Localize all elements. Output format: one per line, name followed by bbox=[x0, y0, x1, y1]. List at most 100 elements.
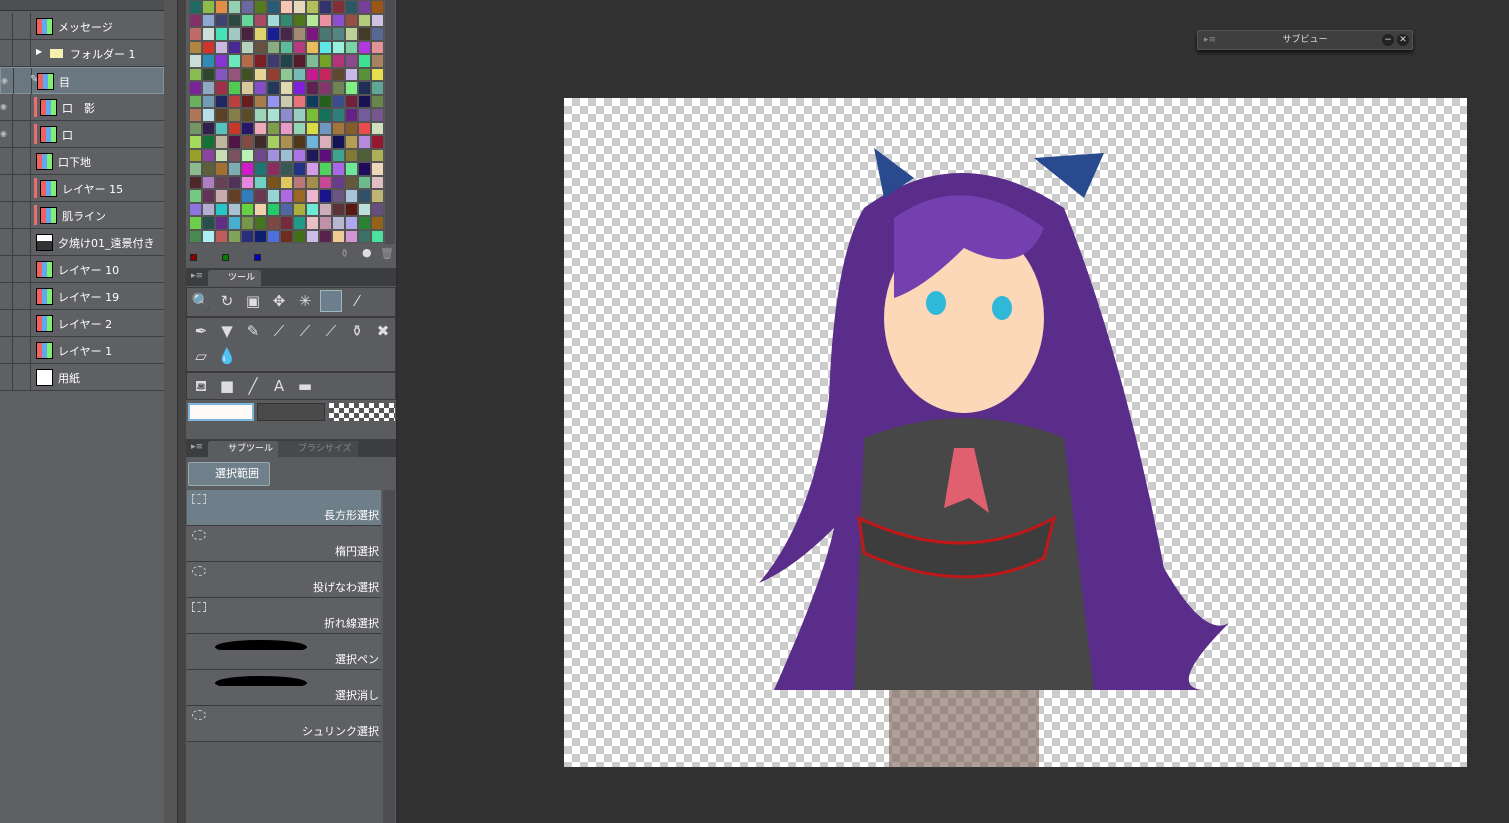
palette-color[interactable] bbox=[280, 135, 293, 149]
palette-color[interactable] bbox=[202, 189, 215, 203]
palette-color[interactable] bbox=[280, 81, 293, 95]
palette-color[interactable] bbox=[293, 27, 306, 41]
expand-arrow-icon[interactable]: ▶ bbox=[36, 47, 42, 56]
palette-color[interactable] bbox=[358, 148, 371, 162]
tab-tool[interactable]: ツール bbox=[208, 270, 262, 286]
palette-color[interactable] bbox=[319, 202, 332, 216]
palette-color[interactable] bbox=[267, 175, 280, 189]
palette-color[interactable] bbox=[319, 229, 332, 243]
palette-color[interactable] bbox=[319, 54, 332, 68]
palette-color[interactable] bbox=[345, 121, 358, 135]
visibility-toggle[interactable] bbox=[0, 148, 13, 174]
visibility-toggle[interactable] bbox=[0, 202, 13, 228]
palette-color[interactable] bbox=[215, 121, 228, 135]
color-swatch-red[interactable] bbox=[190, 254, 197, 261]
pencil-icon[interactable]: ✎ bbox=[242, 320, 264, 342]
lock-toggle[interactable] bbox=[13, 13, 31, 39]
palette-color[interactable] bbox=[293, 189, 306, 203]
palette-color[interactable] bbox=[228, 40, 241, 54]
subtool-item[interactable]: 選択消し bbox=[187, 670, 381, 706]
palette-color[interactable] bbox=[280, 229, 293, 243]
subtool-item[interactable]: シュリンク選択 bbox=[187, 706, 381, 742]
subtool-item[interactable]: 選択ペン bbox=[187, 634, 381, 670]
lock-toggle[interactable] bbox=[13, 256, 31, 282]
palette-color[interactable] bbox=[293, 81, 306, 95]
palette-color[interactable] bbox=[319, 162, 332, 176]
palette-color[interactable] bbox=[293, 40, 306, 54]
palette-color[interactable] bbox=[241, 54, 254, 68]
palette-color[interactable] bbox=[358, 27, 371, 41]
selection-icon[interactable] bbox=[320, 290, 342, 312]
palette-color[interactable] bbox=[358, 202, 371, 216]
palette-color[interactable] bbox=[345, 81, 358, 95]
palette-color[interactable] bbox=[241, 121, 254, 135]
palette-color[interactable] bbox=[267, 229, 280, 243]
palette-color[interactable] bbox=[254, 81, 267, 95]
fluid-icon[interactable]: 💧 bbox=[216, 345, 238, 367]
palette-color[interactable] bbox=[202, 121, 215, 135]
palette-color[interactable] bbox=[189, 40, 202, 54]
layer-row[interactable]: ◉ 口 影 bbox=[0, 94, 164, 121]
palette-color[interactable] bbox=[358, 108, 371, 122]
palette-color[interactable] bbox=[280, 0, 293, 14]
palette-color[interactable] bbox=[241, 13, 254, 27]
palette-color[interactable] bbox=[202, 162, 215, 176]
panel-divider[interactable] bbox=[178, 0, 186, 823]
palette-color[interactable] bbox=[267, 81, 280, 95]
palette-color[interactable] bbox=[306, 54, 319, 68]
palette-color[interactable] bbox=[189, 54, 202, 68]
palette-color[interactable] bbox=[215, 0, 228, 14]
palette-color[interactable] bbox=[228, 54, 241, 68]
palette-color[interactable] bbox=[228, 202, 241, 216]
palette-color[interactable] bbox=[319, 27, 332, 41]
palette-color[interactable] bbox=[293, 94, 306, 108]
palette-color[interactable] bbox=[319, 94, 332, 108]
palette-color[interactable] bbox=[228, 27, 241, 41]
palette-color[interactable] bbox=[293, 216, 306, 230]
palette-color[interactable] bbox=[345, 27, 358, 41]
palette-color[interactable] bbox=[215, 40, 228, 54]
text-icon[interactable]: A bbox=[268, 375, 290, 397]
palette-color[interactable] bbox=[319, 121, 332, 135]
palette-color[interactable] bbox=[280, 202, 293, 216]
palette-color[interactable] bbox=[306, 27, 319, 41]
palette-color[interactable] bbox=[228, 94, 241, 108]
layer-row[interactable]: メッセージ bbox=[0, 13, 164, 40]
pen-icon[interactable]: ✒ bbox=[190, 320, 212, 342]
palette-color[interactable] bbox=[306, 216, 319, 230]
lock-toggle[interactable] bbox=[13, 175, 31, 201]
palette-color[interactable] bbox=[241, 216, 254, 230]
decoration-icon[interactable]: ✖ bbox=[372, 320, 394, 342]
palette-color[interactable] bbox=[358, 94, 371, 108]
palette-color[interactable] bbox=[293, 0, 306, 14]
palette-color[interactable] bbox=[267, 216, 280, 230]
palette-color[interactable] bbox=[189, 229, 202, 243]
palette-color[interactable] bbox=[332, 0, 345, 14]
palette-color[interactable] bbox=[280, 67, 293, 81]
palette-color[interactable] bbox=[293, 108, 306, 122]
panel-menu-icon[interactable]: ▸≡ bbox=[191, 271, 203, 281]
palette-color[interactable] bbox=[371, 0, 384, 14]
palette-color[interactable] bbox=[319, 216, 332, 230]
palette-color[interactable] bbox=[306, 81, 319, 95]
palette-color[interactable] bbox=[345, 54, 358, 68]
palette-color[interactable] bbox=[241, 0, 254, 14]
palette-color[interactable] bbox=[228, 67, 241, 81]
palette-color[interactable] bbox=[319, 108, 332, 122]
palette-color[interactable] bbox=[306, 40, 319, 54]
palette-scrollbar[interactable] bbox=[385, 0, 395, 244]
palette-color[interactable] bbox=[306, 148, 319, 162]
magic-wand-icon[interactable]: ✳ bbox=[294, 290, 316, 312]
palette-color[interactable] bbox=[267, 67, 280, 81]
palette-color[interactable] bbox=[332, 27, 345, 41]
visibility-toggle[interactable] bbox=[0, 229, 13, 255]
palette-color[interactable] bbox=[280, 13, 293, 27]
palette-color[interactable] bbox=[332, 202, 345, 216]
palette-color[interactable] bbox=[254, 40, 267, 54]
palette-color[interactable] bbox=[306, 0, 319, 14]
minimize-button[interactable]: − bbox=[1382, 34, 1394, 46]
lock-toggle[interactable] bbox=[13, 337, 31, 363]
palette-color[interactable] bbox=[293, 13, 306, 27]
palette-color[interactable] bbox=[319, 67, 332, 81]
palette-color[interactable] bbox=[371, 229, 384, 243]
